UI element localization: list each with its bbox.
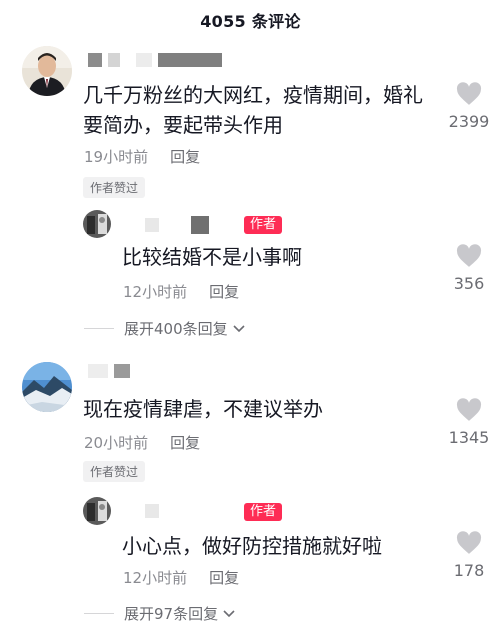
comment-meta: 20小时前 回复 (84, 432, 200, 453)
comment-count-title: 4055 条评论 (200, 12, 301, 31)
chevron-down-icon (233, 324, 245, 332)
timestamp: 19小时前 (84, 148, 149, 166)
author-liked-badge: 作者赞过 (83, 461, 146, 482)
timestamp: 12小时前 (123, 569, 188, 587)
username-redacted[interactable] (88, 53, 222, 67)
comment-text-line: 几千万粉丝的大网红，疫情期间，婚礼 (83, 83, 423, 107)
heart-icon (456, 244, 482, 267)
author-tag: 作者 (244, 503, 283, 521)
like-count: 1345 (448, 428, 490, 447)
expand-replies-button[interactable]: 展开97条回复 (84, 603, 236, 624)
reply-button[interactable]: 回复 (209, 283, 239, 301)
reply-meta: 12小时前 回复 (123, 281, 239, 302)
divider-line (84, 328, 114, 329)
like-button[interactable]: 178 (439, 531, 499, 580)
reply-text: 小心点，做好防控措施就好啦 (122, 534, 382, 558)
timestamp: 20小时前 (84, 434, 149, 452)
like-button[interactable]: 356 (439, 244, 499, 293)
timestamp: 12小时前 (123, 283, 188, 301)
like-count: 178 (453, 561, 485, 580)
avatar[interactable] (22, 362, 72, 412)
like-button[interactable]: 1345 (439, 398, 499, 447)
author-tag: 作者 (244, 216, 283, 234)
expand-replies-label: 展开97条回复 (124, 605, 219, 623)
avatar[interactable] (22, 46, 72, 96)
heart-icon (456, 398, 482, 421)
like-count: 2399 (448, 112, 490, 131)
reply-text: 比较结婚不是小事啊 (122, 245, 302, 269)
author-liked-badge: 作者赞过 (83, 177, 146, 198)
comment-text: 现在疫情肆虐，不建议举办 (83, 394, 323, 424)
username-redacted[interactable] (145, 504, 159, 518)
comment-text-line: 要简办，要起带头作用 (83, 113, 283, 137)
comment-meta: 19小时前 回复 (84, 146, 200, 167)
avatar[interactable] (83, 497, 111, 525)
reply-meta: 12小时前 回复 (123, 567, 239, 588)
heart-icon (456, 82, 482, 105)
divider-line (84, 613, 114, 614)
heart-icon (456, 531, 482, 554)
like-count: 356 (453, 274, 485, 293)
avatar[interactable] (83, 210, 111, 238)
reply-button[interactable]: 回复 (170, 148, 200, 166)
expand-replies-label: 展开400条回复 (124, 320, 228, 338)
comment-text-line: 现在疫情肆虐，不建议举办 (83, 397, 323, 421)
username-redacted[interactable] (88, 364, 130, 378)
comment-text: 几千万粉丝的大网红，疫情期间，婚礼 要简办，要起带头作用 (83, 80, 423, 140)
expand-replies-button[interactable]: 展开400条回复 (84, 318, 246, 339)
reply-button[interactable]: 回复 (209, 569, 239, 587)
username-redacted[interactable] (145, 216, 209, 234)
chevron-down-icon (223, 609, 235, 617)
like-button[interactable]: 2399 (439, 82, 499, 131)
reply-button[interactable]: 回复 (170, 434, 200, 452)
